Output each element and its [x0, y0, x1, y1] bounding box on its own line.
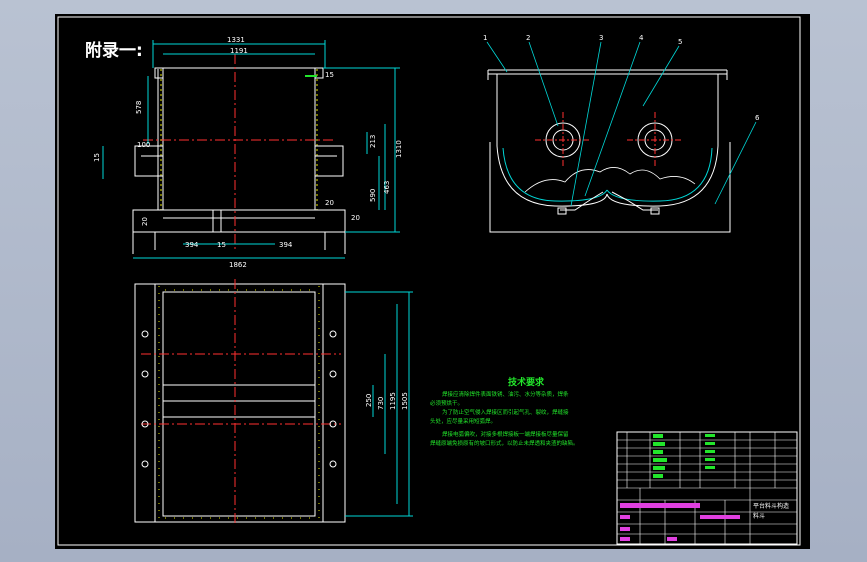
- tech-line-1: 焊接应清除焊件表面铁锈、油污、水分等杂质，焊条: [442, 390, 569, 398]
- sheet-border: [57, 16, 801, 546]
- drawing-sheet: 附录一: 1331 1191 15 578 15 100 213 1310 59…: [55, 14, 810, 549]
- dim-250: 250: [365, 394, 373, 407]
- balloon-3: 3: [599, 34, 603, 42]
- dim-213: 213: [369, 135, 377, 148]
- dim-578: 578: [135, 101, 143, 114]
- side-trough-inner-left: [502, 147, 608, 202]
- title-block-subname: 料斗: [753, 512, 765, 520]
- title-block-name: 平台料斗构造: [753, 502, 789, 510]
- balloon-5: 5: [678, 38, 682, 46]
- balloon-1: 1: [483, 34, 487, 42]
- dim-394-left: 394: [185, 241, 199, 249]
- front-top-flange-left: [154, 67, 164, 79]
- dim-1331: 1331: [227, 36, 245, 44]
- dim-463: 463: [383, 181, 391, 194]
- plan-inner-box: [162, 291, 316, 517]
- dim-394-right: 394: [279, 241, 293, 249]
- dim-20-c: 20: [351, 214, 360, 222]
- dim-590: 590: [369, 189, 377, 202]
- parts-list-grid: [617, 432, 797, 544]
- side-hinge-left: [557, 207, 567, 215]
- page-title: 附录一:: [85, 40, 143, 61]
- front-right-support: [314, 145, 344, 177]
- drawing-canvas: 附录一: 1331 1191 15 578 15 100 213 1310 59…: [57, 16, 801, 546]
- tech-requirements: 技术要求 焊接应清除焊件表面铁锈、油污、水分等杂质，焊条 必须预烘干。 为了防止…: [430, 376, 579, 447]
- dim-1191: 1191: [230, 47, 248, 55]
- front-left-support: [134, 145, 164, 177]
- dim-15-bottom: 15: [217, 241, 226, 249]
- dim-1862: 1862: [229, 261, 247, 269]
- plan-dimension-labels: 250 730 1195 1505: [365, 392, 409, 410]
- front-base-frame: [132, 209, 346, 233]
- side-leader-lines: [486, 41, 757, 207]
- front-box-outline: [162, 67, 316, 211]
- side-hinge-right: [650, 207, 660, 215]
- tech-line-2: 必须预烘干。: [430, 399, 463, 407]
- dim-100: 100: [137, 141, 150, 149]
- dim-730: 730: [377, 397, 385, 410]
- balloon-6: 6: [755, 114, 760, 122]
- dim-1310: 1310: [395, 140, 403, 158]
- side-outer-frame: [489, 142, 731, 233]
- dim-20-b: 20: [141, 217, 149, 226]
- dim-15-top: 15: [325, 71, 334, 79]
- tech-line-3: 为了防止空气侵入焊接区而引起气孔、裂纹，焊缝接: [442, 408, 569, 416]
- plan-view: 250 730 1195 1505: [134, 279, 413, 526]
- title-block: 平台料斗构造 料斗: [616, 431, 798, 545]
- dim-15-side: 15: [93, 153, 101, 162]
- tech-line-4: 头处，应尽量采用短弧焊。: [430, 417, 496, 425]
- side-trough-left: [496, 145, 608, 207]
- tech-heading: 技术要求: [508, 376, 545, 388]
- side-material-line: [524, 167, 696, 193]
- side-view: 1 2 3 4 5 6: [483, 34, 760, 233]
- plan-outer-frame: [134, 283, 346, 523]
- front-center-post: [212, 209, 222, 233]
- plan-side-holes: [141, 330, 337, 468]
- tech-line-6: 焊缝原端免损原有的坡口形式，以防止未焊透和夹渣的缺陷。: [430, 439, 579, 447]
- balloon-2: 2: [526, 34, 530, 42]
- dim-1505: 1505: [401, 392, 409, 410]
- tech-line-5: 焊接电弧偏吹，对接多根焊接板一端焊接板尽量保留: [442, 430, 569, 438]
- cad-viewport: 附录一: 1331 1191 15 578 15 100 213 1310 59…: [0, 0, 867, 562]
- balloon-4: 4: [639, 34, 644, 42]
- front-view: 1331 1191 15 578 15 100 213 1310 590 463…: [93, 36, 403, 269]
- dim-1195: 1195: [389, 392, 397, 410]
- front-dimension-labels: 1331 1191 15 578 15 100 213 1310 590 463…: [93, 36, 403, 269]
- dim-20-a: 20: [325, 199, 334, 207]
